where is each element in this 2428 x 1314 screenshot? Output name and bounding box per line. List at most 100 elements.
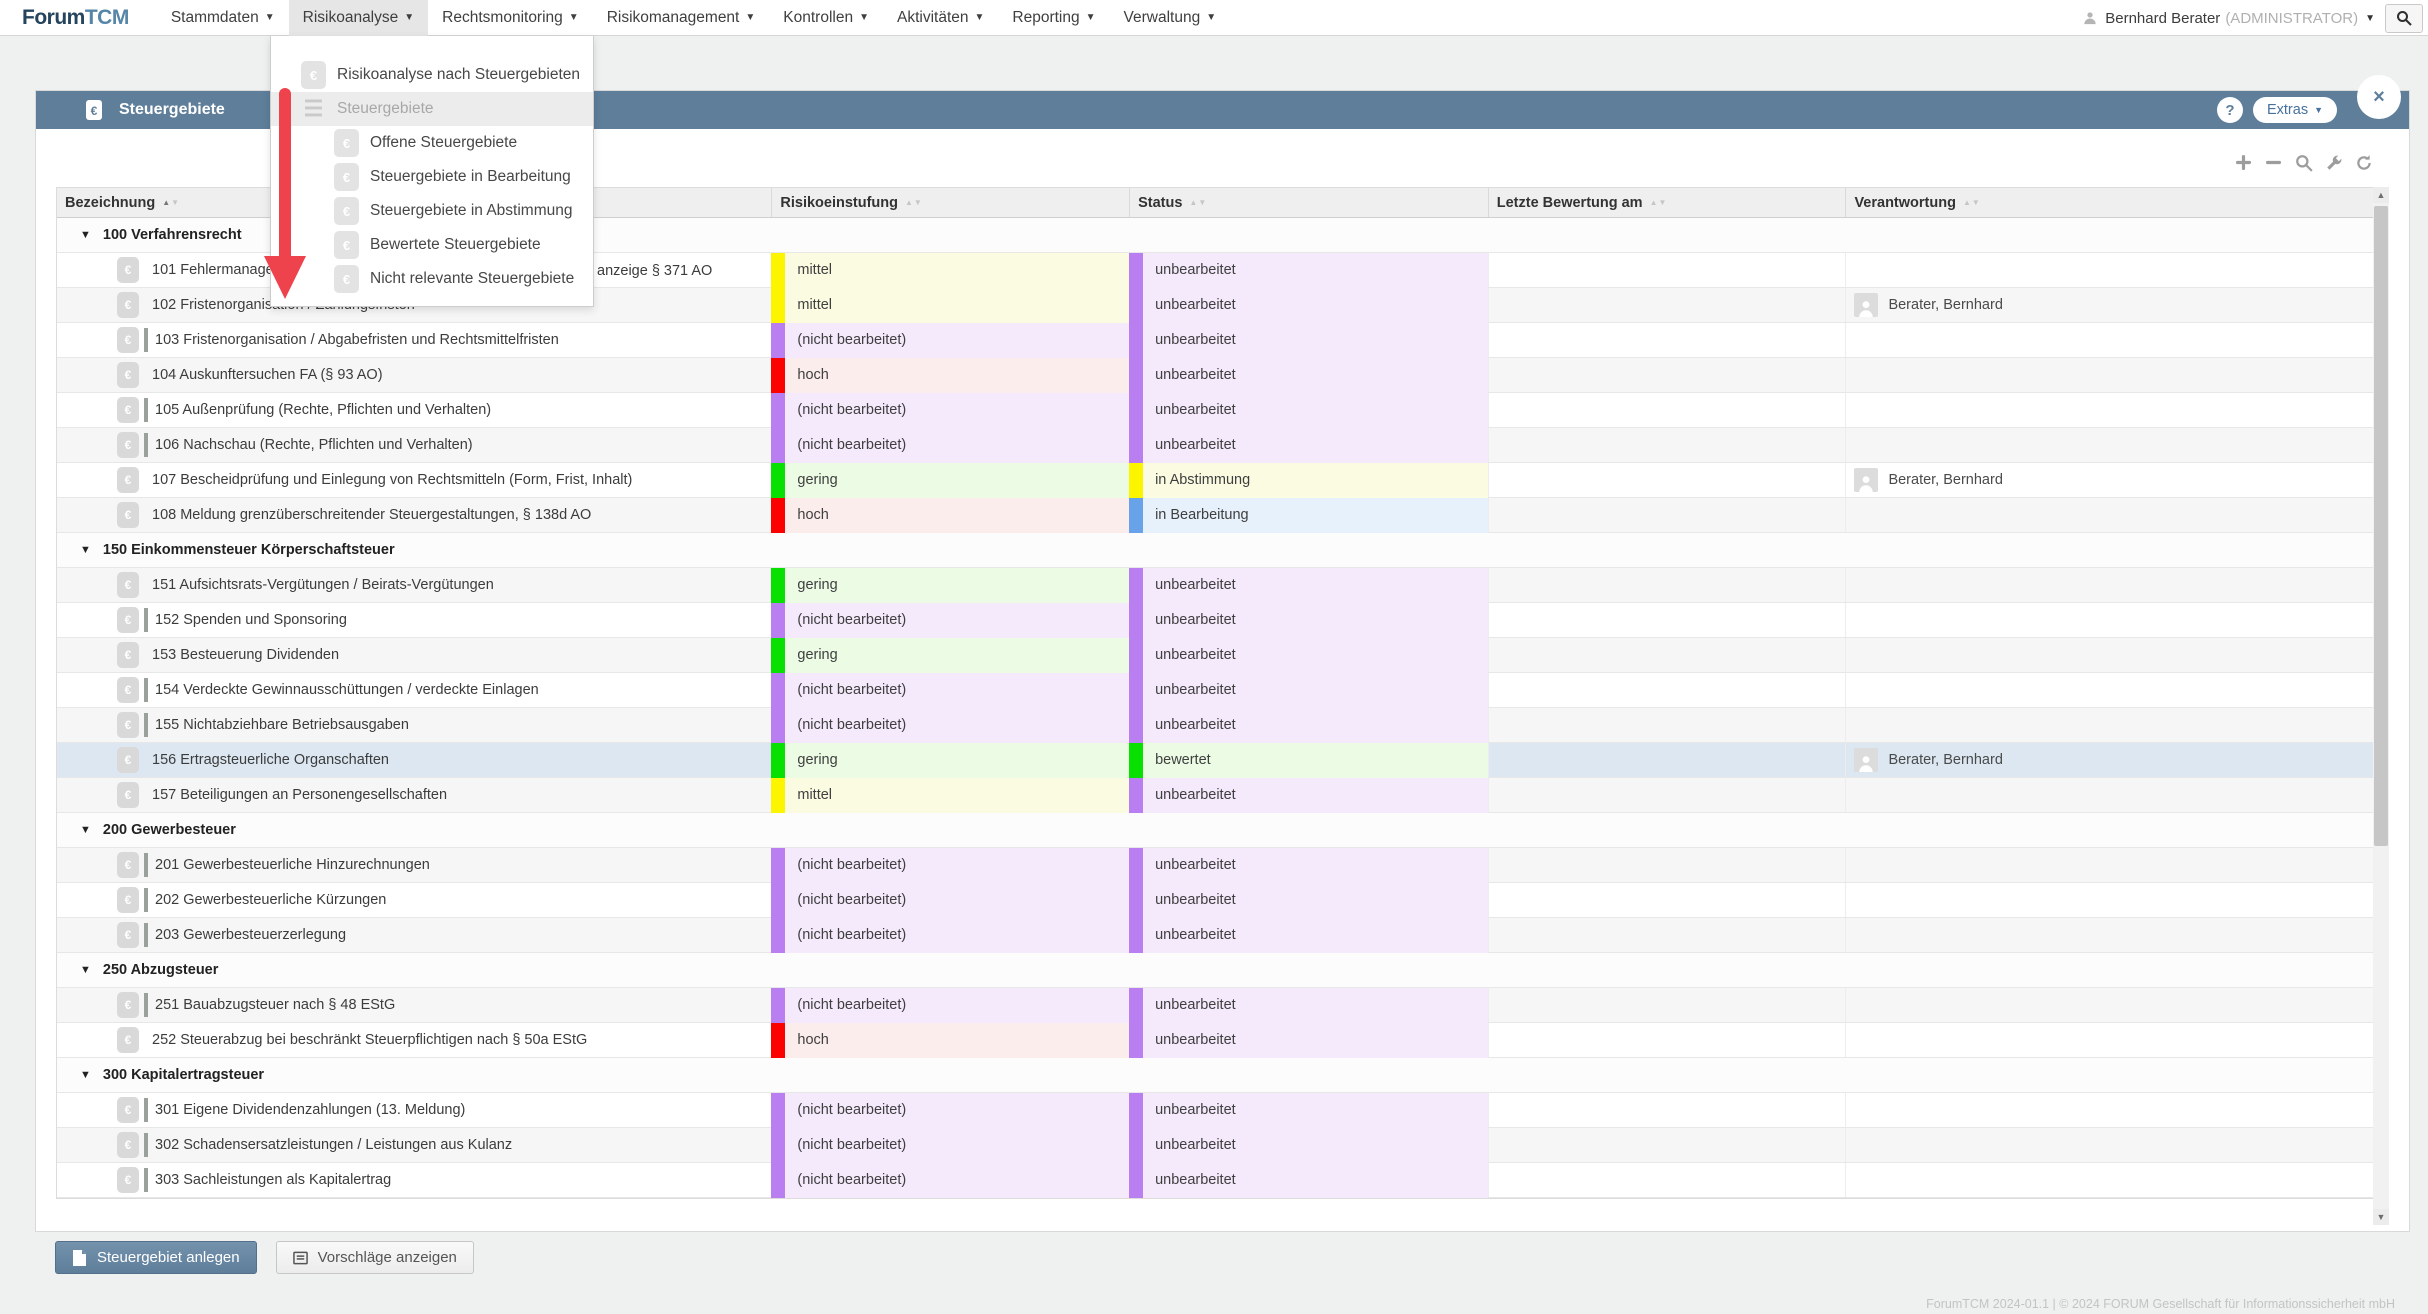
nav-item-reporting[interactable]: Reporting▼: [998, 0, 1109, 36]
letzte-bewertung-cell: [1488, 428, 1846, 462]
scrollbar-thumb[interactable]: [2374, 206, 2388, 846]
verantwortung-cell: [1845, 673, 2374, 707]
verantwortung-cell: [1845, 1093, 2374, 1127]
row-label: 101 Fehlermanage: [152, 262, 274, 278]
table-row[interactable]: €107 Bescheidprüfung und Einlegung von R…: [57, 463, 2374, 498]
risk-label: hoch: [785, 498, 1129, 533]
risk-cell: gering: [771, 638, 1129, 672]
collapse-triangle-icon[interactable]: ▼: [80, 824, 91, 836]
chevron-down-icon: ▼: [859, 12, 869, 23]
create-steuergebiet-button[interactable]: Steuergebiet anlegen: [55, 1241, 257, 1274]
risk-cell: (nicht bearbeitet): [771, 603, 1129, 637]
table-row[interactable]: €203 Gewerbesteuerzerlegung(nicht bearbe…: [57, 918, 2374, 953]
tax-document-icon: €: [301, 61, 326, 89]
table-row[interactable]: €155 Nichtabziehbare Betriebsausgaben(ni…: [57, 708, 2374, 743]
menu-item-offene-steuergebiete[interactable]: €Offene Steuergebiete: [271, 126, 593, 160]
group-cell: ▼300 Kapitalertragsteuer: [57, 1058, 2374, 1092]
group-row[interactable]: ▼150 Einkommensteuer Körperschaftsteuer: [57, 533, 2374, 568]
table-row[interactable]: €154 Verdeckte Gewinnausschüttungen / ve…: [57, 673, 2374, 708]
table-row[interactable]: €201 Gewerbesteuerliche Hinzurechnungen(…: [57, 848, 2374, 883]
menu-item-bewertete-steuergebiete[interactable]: €Bewertete Steuergebiete: [271, 228, 593, 262]
nav-item-kontrollen[interactable]: Kontrollen▼: [769, 0, 883, 36]
table-row[interactable]: €151 Aufsichtsrats-Vergütungen / Beirats…: [57, 568, 2374, 603]
unprocessed-marker: [144, 678, 148, 702]
menu-item-steuergebiete-in-bearbeitung[interactable]: €Steuergebiete in Bearbeitung: [271, 160, 593, 194]
table-row[interactable]: €157 Beteiligungen an Personengesellscha…: [57, 778, 2374, 813]
letzte-bewertung-cell: [1488, 988, 1846, 1022]
group-row[interactable]: ▼300 Kapitalertragsteuer: [57, 1058, 2374, 1093]
menu-item-steuergebiete[interactable]: ☰Steuergebiete: [271, 92, 593, 126]
table-row[interactable]: €303 Sachleistungen als Kapitalertrag(ni…: [57, 1163, 2374, 1198]
table-row[interactable]: €105 Außenprüfung (Rechte, Pflichten und…: [57, 393, 2374, 428]
nav-item-aktivit-ten[interactable]: Aktivitäten▼: [883, 0, 998, 36]
refresh-icon[interactable]: [2354, 153, 2373, 172]
menu-item-risikoanalyse-nach-steuergebieten[interactable]: €Risikoanalyse nach Steuergebieten: [271, 58, 593, 92]
table-row[interactable]: €104 Auskunftersuchen FA (§ 93 AO)hochun…: [57, 358, 2374, 393]
main-menu: Stammdaten▼Risikoanalyse▼Rechtsmonitorin…: [157, 0, 1230, 36]
column-header-status[interactable]: Status▲▼: [1129, 188, 1488, 217]
copyright-footer: ForumTCM 2024-01.1 | © 2024 FORUM Gesell…: [1926, 1297, 2395, 1311]
search-icon[interactable]: [2294, 153, 2313, 172]
scroll-up-arrow-icon[interactable]: ▲: [2373, 187, 2389, 203]
nav-item-verwaltung[interactable]: Verwaltung▼: [1110, 0, 1231, 36]
table-row[interactable]: €251 Bauabzugsteuer nach § 48 EStG(nicht…: [57, 988, 2374, 1023]
table-row[interactable]: €103 Fristenorganisation / Abgabefristen…: [57, 323, 2374, 358]
table-row[interactable]: €301 Eigene Dividendenzahlungen (13. Mel…: [57, 1093, 2374, 1128]
collapse-triangle-icon[interactable]: ▼: [80, 964, 91, 976]
wrench-icon[interactable]: [2324, 153, 2343, 172]
group-row[interactable]: ▼250 Abzugsteuer: [57, 953, 2374, 988]
unprocessed-marker: [144, 433, 148, 457]
column-header-risikoeinstufung[interactable]: Risikoeinstufung▲▼: [771, 188, 1129, 217]
help-button[interactable]: ?: [2217, 97, 2243, 123]
zoom-in-icon[interactable]: [2234, 153, 2253, 172]
table-row[interactable]: €302 Schadensersatzleistungen / Leistung…: [57, 1128, 2374, 1163]
unprocessed-marker: [144, 888, 148, 912]
vertical-scrollbar[interactable]: ▲ ▼: [2373, 187, 2389, 1225]
global-search-button[interactable]: [2385, 4, 2423, 33]
risk-label: (nicht bearbeitet): [785, 603, 1129, 638]
status-label: unbearbeitet: [1143, 988, 1488, 1023]
column-header-letzte-bewertung-am[interactable]: Letzte Bewertung am▲▼: [1488, 188, 1846, 217]
row-label: 108 Meldung grenzüberschreitender Steuer…: [152, 507, 591, 523]
nav-item-risikomanagement[interactable]: Risikomanagement▼: [593, 0, 770, 36]
risk-label: gering: [785, 743, 1129, 778]
table-row[interactable]: €106 Nachschau (Rechte, Pflichten und Ve…: [57, 428, 2374, 463]
table-row[interactable]: €153 Besteuerung Dividendengering unbearb…: [57, 638, 2374, 673]
zoom-out-icon[interactable]: [2264, 153, 2283, 172]
bezeichnung-cell: €201 Gewerbesteuerliche Hinzurechnungen: [57, 848, 771, 882]
table-row[interactable]: €152 Spenden und Sponsoring(nicht bearbe…: [57, 603, 2374, 638]
avatar: [1854, 748, 1878, 772]
risk-color-chip: [771, 673, 785, 708]
table-row[interactable]: €252 Steuerabzug bei beschränkt Steuerpf…: [57, 1023, 2374, 1058]
collapse-triangle-icon[interactable]: ▼: [80, 1069, 91, 1081]
column-header-verantwortung[interactable]: Verantwortung▲▼: [1845, 188, 2374, 217]
close-panel-button[interactable]: ×: [2357, 75, 2401, 119]
nav-item-stammdaten[interactable]: Stammdaten▼: [157, 0, 289, 36]
table-row[interactable]: €156 Ertragsteuerliche Organschaftengeri…: [57, 743, 2374, 778]
verantwortung-cell: [1845, 603, 2374, 637]
show-suggestions-button[interactable]: Vorschläge anzeigen: [276, 1241, 474, 1274]
risk-cell: (nicht bearbeitet): [771, 883, 1129, 917]
collapse-triangle-icon[interactable]: ▼: [80, 229, 91, 241]
tax-document-icon: €: [117, 1132, 139, 1158]
menu-item-nicht-relevante-steuergebiete[interactable]: €Nicht relevante Steuergebiete: [271, 262, 593, 296]
extras-button[interactable]: Extras▼: [2253, 97, 2337, 123]
status-color-chip: [1129, 1023, 1143, 1058]
nav-item-rechtsmonitoring[interactable]: Rechtsmonitoring▼: [428, 0, 593, 36]
bezeichnung-cell: €153 Besteuerung Dividenden: [57, 638, 771, 672]
table-row[interactable]: €202 Gewerbesteuerliche Kürzungen(nicht …: [57, 883, 2374, 918]
status-label: unbearbeitet: [1143, 638, 1488, 673]
table-row[interactable]: €108 Meldung grenzüberschreitender Steue…: [57, 498, 2374, 533]
risk-label: (nicht bearbeitet): [785, 988, 1129, 1023]
nav-right-area: Bernhard Berater (ADMINISTRATOR) ▼: [2083, 0, 2428, 36]
menu-item-steuergebiete-in-abstimmung[interactable]: €Steuergebiete in Abstimmung: [271, 194, 593, 228]
letzte-bewertung-cell: [1488, 1163, 1846, 1197]
row-label: 103 Fristenorganisation / Abgabefristen …: [155, 332, 559, 348]
scroll-down-arrow-icon[interactable]: ▼: [2373, 1209, 2389, 1225]
nav-item-risikoanalyse[interactable]: Risikoanalyse▼: [289, 0, 429, 36]
verantwortung-cell: [1845, 393, 2374, 427]
group-row[interactable]: ▼200 Gewerbesteuer: [57, 813, 2374, 848]
collapse-triangle-icon[interactable]: ▼: [80, 544, 91, 556]
user-menu[interactable]: Bernhard Berater (ADMINISTRATOR) ▼: [2083, 10, 2385, 27]
risk-cell: gering: [771, 568, 1129, 602]
